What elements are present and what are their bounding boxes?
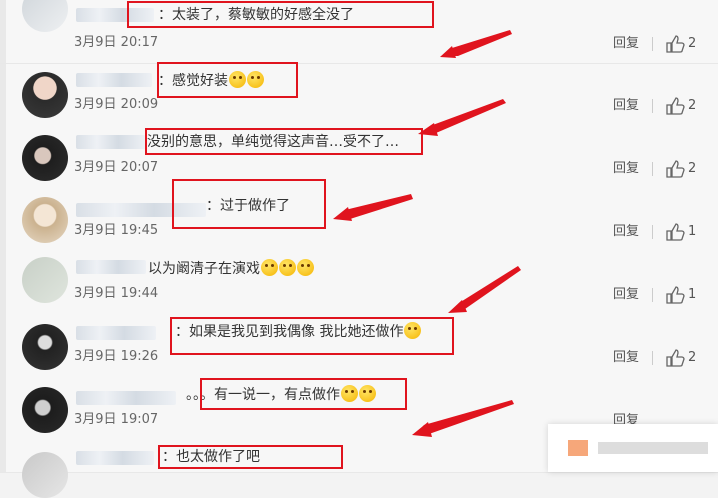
arrow-annotations — [333, 30, 521, 437]
blurred-text — [598, 442, 708, 454]
arrow-icon — [447, 30, 512, 56]
arrow-icon — [416, 400, 514, 434]
blurred-notification[interactable] — [548, 424, 718, 472]
notification-icon — [568, 440, 588, 456]
